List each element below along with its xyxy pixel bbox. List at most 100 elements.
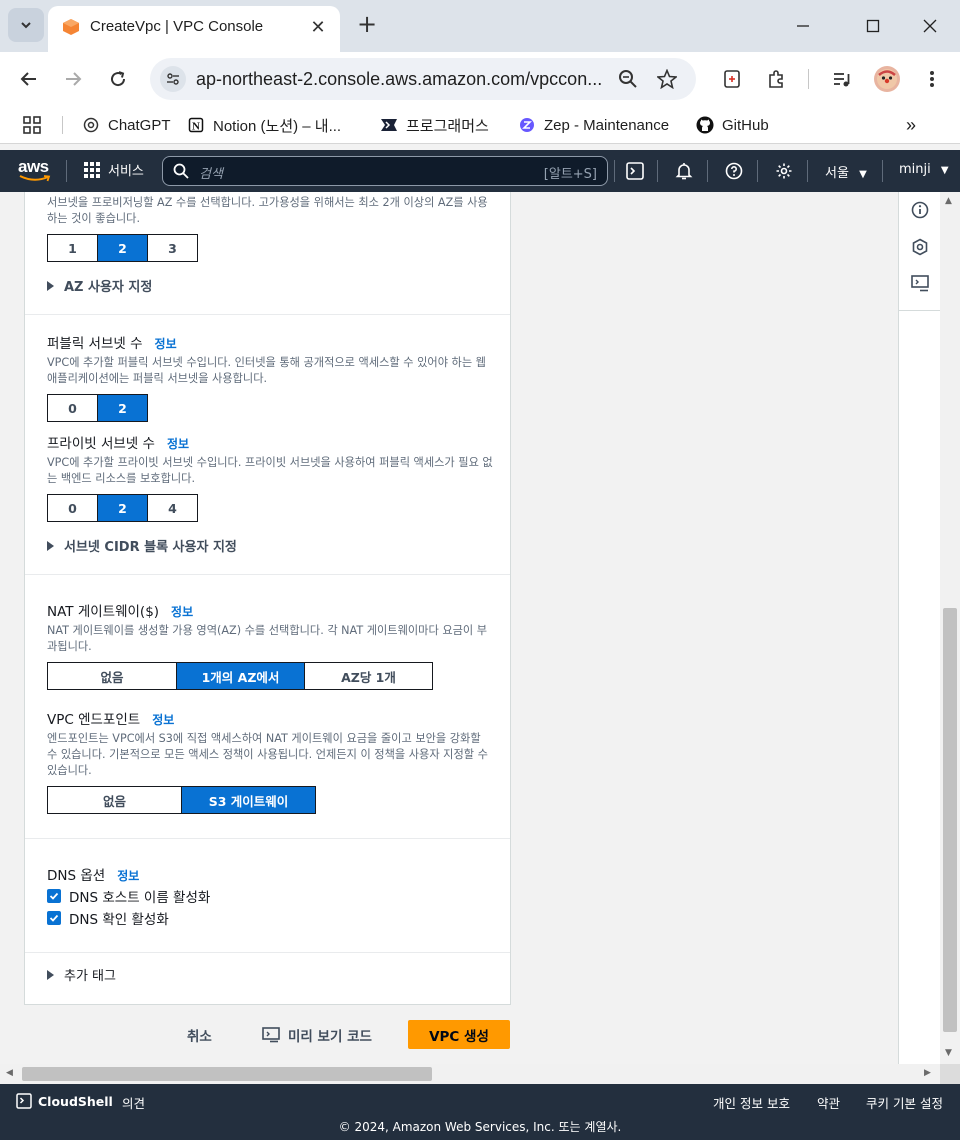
tab-title: CreateVpc | VPC Console [90, 18, 264, 35]
extension-notes-icon[interactable] [718, 65, 746, 93]
terms-link[interactable]: 약관 [817, 1093, 840, 1112]
subnet-cidr-customize-expander[interactable]: 서브넷 CIDR 블록 사용자 지정 [47, 536, 237, 555]
dns-resolution-checkbox[interactable]: DNS 확인 활성화 [47, 908, 169, 928]
nat-option-per-az[interactable]: AZ당 1개 [305, 663, 432, 689]
help-icon[interactable] [723, 160, 745, 182]
az-option-2[interactable]: 2 [98, 235, 148, 261]
info-link[interactable]: 정보 [155, 335, 177, 352]
bookmarks-bar: ChatGPT N Notion (노션) – 내... 프로그래머스 Zep … [0, 106, 960, 144]
horizontal-scrollbar[interactable]: ◀ ▶ [0, 1064, 940, 1084]
bookmark-github[interactable]: GitHub [696, 114, 769, 136]
aws-logo-text: aws [18, 157, 49, 176]
apps-grid-icon[interactable] [22, 114, 42, 136]
console-search-input[interactable]: 검색 [알트+S] [162, 156, 608, 186]
media-control-icon[interactable] [828, 65, 856, 93]
checkmark-icon [47, 889, 61, 903]
minimize-button[interactable] [788, 12, 818, 40]
maximize-icon [866, 19, 880, 33]
browser-tab-active[interactable]: CreateVpc | VPC Console ✕ [48, 6, 340, 52]
notion-icon: N [187, 116, 205, 134]
bookmarks-overflow-icon[interactable]: » [906, 114, 916, 136]
field-label: 퍼블릭 서브넷 수 [47, 336, 143, 352]
search-icon [173, 163, 189, 179]
nat-option-one-az[interactable]: 1개의 AZ에서 [177, 663, 305, 689]
bookmark-label: Notion (노션) – 내... [213, 117, 342, 135]
close-window-button[interactable] [915, 12, 945, 40]
info-link[interactable]: 정보 [167, 435, 189, 452]
tools-rail [898, 192, 941, 1064]
settings-gear-icon[interactable] [773, 160, 795, 182]
az-option-1[interactable]: 1 [48, 235, 98, 261]
vertical-scroll-thumb[interactable] [943, 608, 957, 1032]
cloudshell-footer-button[interactable]: CloudShell [16, 1093, 113, 1109]
copyright-text: © 2024, Amazon Web Services, Inc. 또는 계열사… [338, 1120, 622, 1134]
public-subnets-option-2[interactable]: 2 [98, 395, 147, 421]
back-button[interactable] [14, 64, 44, 94]
scroll-down-icon[interactable]: ▼ [945, 1048, 952, 1058]
bookmark-notion[interactable]: N Notion (노션) – 내... [187, 114, 341, 136]
console-footer: CloudShell 의견 개인 정보 보호 약관 쿠키 기본 설정 © 202… [0, 1084, 960, 1140]
aws-logo[interactable]: aws [18, 157, 51, 185]
forward-button[interactable] [58, 64, 88, 94]
private-subnets-option-0[interactable]: 0 [48, 495, 98, 521]
section-divider [25, 574, 510, 575]
notifications-bell-icon[interactable] [673, 160, 695, 182]
additional-tags-expander[interactable]: 추가 태그 [47, 965, 116, 984]
nat-option-none[interactable]: 없음 [48, 663, 177, 689]
cloudshell-label: CloudShell [38, 1093, 113, 1109]
profile-avatar[interactable] [874, 66, 900, 92]
vertical-scrollbar[interactable]: ▲ ▼ [940, 192, 960, 1064]
info-link[interactable]: 정보 [152, 711, 174, 728]
scroll-left-icon[interactable]: ◀ [6, 1068, 13, 1078]
zoom-icon[interactable] [616, 67, 640, 91]
endpoint-option-none[interactable]: 없음 [48, 787, 182, 813]
cloudshell-icon[interactable] [624, 160, 646, 182]
bookmark-star-icon[interactable] [655, 67, 679, 91]
privacy-link[interactable]: 개인 정보 보호 [713, 1093, 790, 1112]
tab-search-button[interactable] [8, 8, 44, 42]
services-menu-button[interactable]: 서비스 [84, 160, 144, 179]
site-info-icon[interactable] [160, 66, 186, 92]
main-content: 서브넷을 프로비저닝할 AZ 수를 선택합니다. 고가용성을 위해서는 최소 2… [0, 192, 940, 1064]
region-selector[interactable]: 서울 ▼ [825, 162, 867, 181]
az-option-3[interactable]: 3 [148, 235, 197, 261]
extensions-puzzle-icon[interactable] [762, 65, 790, 93]
horizontal-scroll-thumb[interactable] [22, 1067, 432, 1081]
code-preview-rail-icon[interactable] [910, 274, 930, 294]
resources-hexagon-icon[interactable] [910, 237, 930, 257]
bookmark-chatgpt[interactable]: ChatGPT [82, 114, 171, 136]
private-subnets-option-2[interactable]: 2 [98, 495, 148, 521]
info-link[interactable]: 정보 [171, 603, 193, 620]
section-divider [25, 314, 510, 315]
maximize-button[interactable] [858, 12, 888, 40]
address-bar[interactable]: ap-northeast-2.console.aws.amazon.com/vp… [150, 58, 696, 100]
expander-label: 서브넷 CIDR 블록 사용자 지정 [64, 540, 237, 555]
feedback-link[interactable]: 의견 [122, 1093, 145, 1112]
url-text[interactable]: ap-northeast-2.console.aws.amazon.com/vp… [196, 69, 606, 90]
scroll-right-icon[interactable]: ▶ [924, 1068, 931, 1078]
dns-hostnames-checkbox[interactable]: DNS 호스트 이름 활성화 [47, 886, 210, 906]
cancel-button[interactable]: 취소 [187, 1020, 212, 1050]
cookie-preferences-link[interactable]: 쿠키 기본 설정 [866, 1093, 943, 1112]
scroll-up-icon[interactable]: ▲ [945, 196, 952, 206]
info-panel-icon[interactable] [910, 200, 930, 220]
tab-close-icon[interactable]: ✕ [306, 15, 330, 39]
preview-code-button[interactable]: 미리 보기 코드 [262, 1020, 372, 1050]
az-customize-expander[interactable]: AZ 사용자 지정 [47, 276, 152, 295]
bookmark-zep[interactable]: Zep - Maintenance [518, 114, 669, 136]
browser-menu-icon[interactable] [918, 65, 946, 93]
create-vpc-button[interactable]: VPC 생성 [408, 1020, 510, 1049]
header-divider [757, 160, 758, 182]
reload-button[interactable] [103, 64, 133, 94]
public-subnets-option-0[interactable]: 0 [48, 395, 98, 421]
new-tab-button[interactable]: + [354, 12, 380, 38]
private-subnets-option-4[interactable]: 4 [148, 495, 197, 521]
vpc-endpoints-label: VPC 엔드포인트 정보 [47, 708, 174, 728]
account-name: minji [899, 162, 931, 177]
account-menu[interactable]: minji ▼ [899, 162, 949, 177]
info-link[interactable]: 정보 [117, 867, 139, 884]
header-divider [882, 160, 883, 182]
bookmark-programmers[interactable]: 프로그래머스 [380, 114, 489, 136]
endpoint-option-s3[interactable]: S3 게이트웨이 [182, 787, 315, 813]
bookmarks-divider [62, 116, 63, 134]
